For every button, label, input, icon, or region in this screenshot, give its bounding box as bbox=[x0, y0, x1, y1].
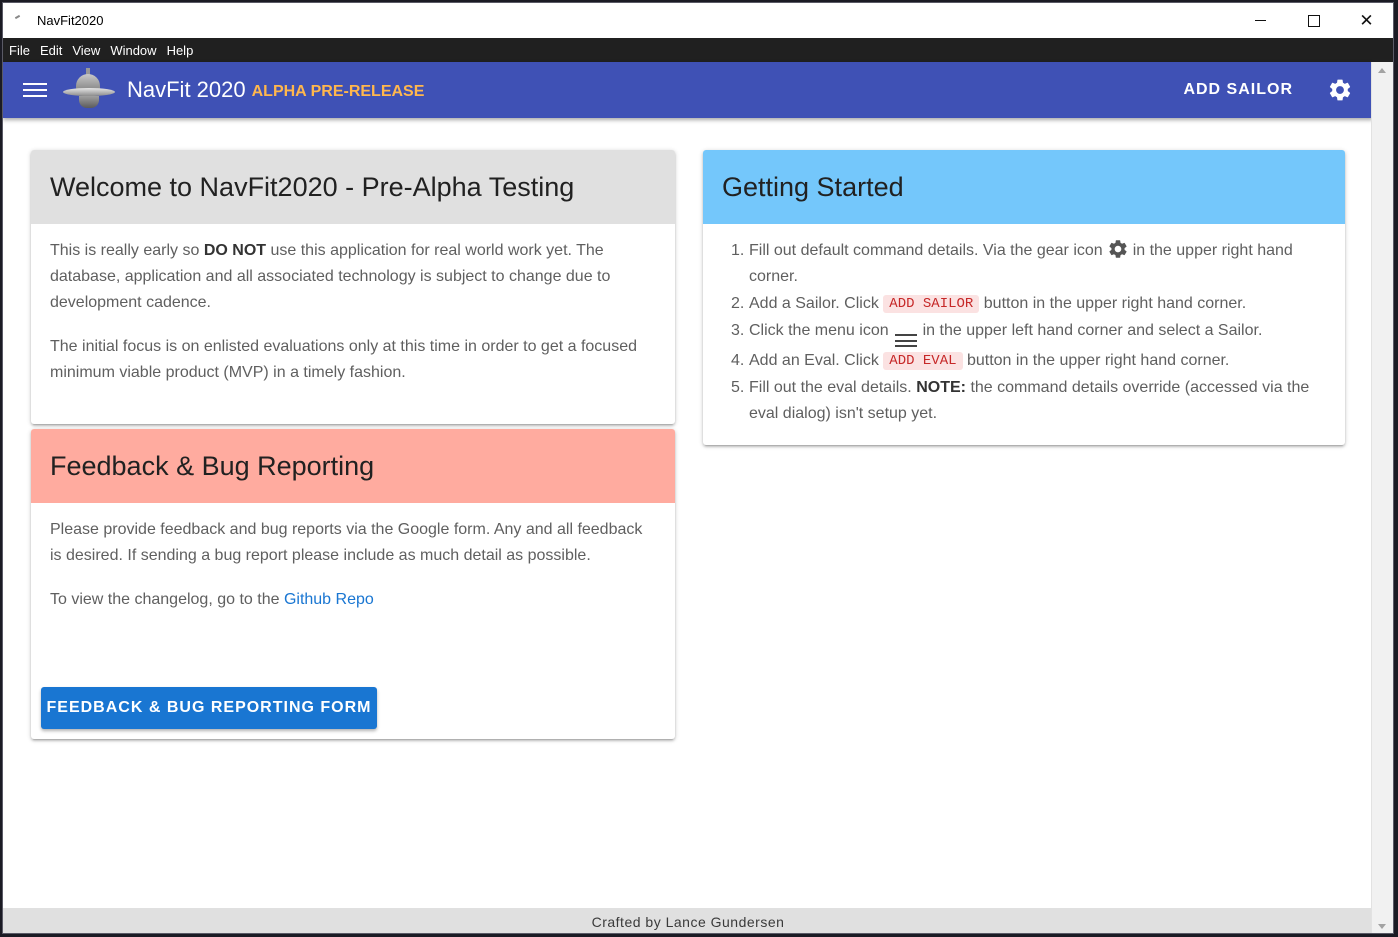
welcome-title: Welcome to NavFit2020 - Pre-Alpha Testin… bbox=[31, 150, 675, 224]
welcome-paragraph-2: The initial focus is on enlisted evaluat… bbox=[50, 338, 637, 381]
window-title: NavFit2020 bbox=[37, 13, 104, 28]
feedback-paragraph-2: To view the changelog, go to the Github … bbox=[50, 591, 374, 608]
steps-list: 1. Fill out default command details. Via … bbox=[722, 238, 1326, 427]
app-bar: NavFit 2020 ALPHA PRE-RELEASE ADD SAILOR bbox=[3, 62, 1373, 118]
scroll-down-icon[interactable] bbox=[1378, 924, 1386, 929]
app-brand: NavFit 2020 bbox=[127, 77, 246, 102]
feedback-card: Feedback & Bug Reporting Please provide … bbox=[31, 429, 675, 739]
navfit-logo bbox=[61, 66, 117, 114]
feedback-title: Feedback & Bug Reporting bbox=[31, 429, 675, 503]
scroll-up-icon[interactable] bbox=[1378, 68, 1386, 73]
step-4: 4. Add an Eval. Click ADD EVAL button in … bbox=[731, 351, 1230, 370]
step-1: 1. Fill out default command details. Via … bbox=[722, 238, 1326, 290]
getting-started-card: Getting Started 1. Fill out default comma… bbox=[703, 150, 1345, 445]
welcome-body: This is really early so DO NOT use this … bbox=[31, 224, 675, 386]
gear-icon[interactable] bbox=[1327, 77, 1353, 103]
menu-icon bbox=[894, 334, 917, 347]
minimize-button[interactable] bbox=[1234, 3, 1287, 38]
window-controls: ✕ bbox=[1234, 3, 1393, 38]
feedback-paragraph-1: Please provide feedback and bug reports … bbox=[50, 521, 643, 564]
main-content: Welcome to NavFit2020 - Pre-Alpha Testin… bbox=[3, 118, 1373, 908]
menu-help[interactable]: Help bbox=[167, 43, 201, 58]
feedback-form-button[interactable]: FEEDBACK & BUG REPORTING FORM bbox=[41, 687, 377, 729]
feedback-body: Please provide feedback and bug reports … bbox=[31, 503, 675, 613]
add-sailor-chip: ADD SAILOR bbox=[883, 294, 980, 313]
app-icon bbox=[13, 13, 29, 29]
footer: Crafted by Lance Gundersen bbox=[3, 908, 1373, 933]
menu-bar: File Edit View Window Help bbox=[3, 38, 1393, 62]
step-3: 3. Click the menu icon in the upper left h… bbox=[722, 318, 1326, 347]
step-5: 5. Fill out the eval details. NOTE: the c… bbox=[731, 379, 1310, 422]
maximize-button[interactable] bbox=[1287, 3, 1340, 38]
menu-edit[interactable]: Edit bbox=[40, 43, 69, 58]
menu-file[interactable]: File bbox=[9, 43, 37, 58]
getting-started-title: Getting Started bbox=[703, 150, 1345, 224]
getting-started-body: 1. Fill out default command details. Via … bbox=[703, 224, 1345, 427]
gear-icon bbox=[1109, 240, 1127, 258]
welcome-card: Welcome to NavFit2020 - Pre-Alpha Testin… bbox=[31, 150, 675, 424]
welcome-paragraph-1: This is really early so DO NOT use this … bbox=[50, 242, 611, 311]
app-window: NavFit2020 ✕ File Edit View Window Help … bbox=[2, 2, 1394, 934]
vertical-scrollbar[interactable] bbox=[1371, 62, 1393, 933]
add-eval-chip: ADD EVAL bbox=[883, 351, 963, 370]
step-2: 2. Add a Sailor. Click ADD SAILOR button … bbox=[731, 294, 1247, 313]
github-repo-link[interactable]: Github Repo bbox=[284, 591, 374, 608]
add-sailor-button[interactable]: ADD SAILOR bbox=[1183, 62, 1293, 118]
close-button[interactable]: ✕ bbox=[1340, 3, 1393, 38]
title-bar: NavFit2020 ✕ bbox=[3, 3, 1393, 38]
menu-window[interactable]: Window bbox=[110, 43, 163, 58]
menu-view[interactable]: View bbox=[72, 43, 107, 58]
release-badge: ALPHA PRE-RELEASE bbox=[251, 83, 425, 100]
hamburger-menu-icon[interactable] bbox=[23, 81, 47, 99]
